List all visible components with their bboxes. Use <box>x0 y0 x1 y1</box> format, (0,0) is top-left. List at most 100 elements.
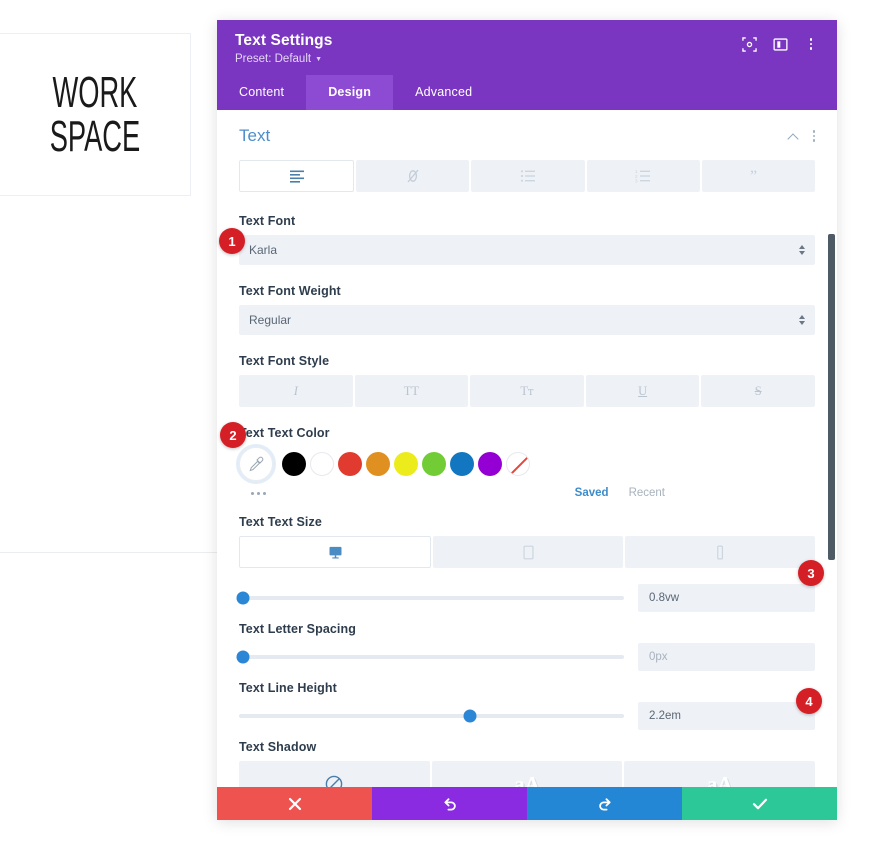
check-icon <box>752 797 768 811</box>
callout-badge-2: 2 <box>220 422 246 448</box>
text-font-weight-label: Text Font Weight <box>239 284 815 298</box>
text-font-label: Text Font <box>239 214 815 228</box>
text-settings-modal: Text Settings Preset: Default ▼ <box>217 20 837 820</box>
section-tools <box>788 130 816 142</box>
text-size-value: 0.8vw <box>649 592 679 604</box>
eyedropper-icon[interactable] <box>239 447 273 481</box>
text-font-style-field: Text Font Style I TT Tᴛ U S <box>239 354 815 407</box>
letter-spacing-input[interactable]: 0px <box>638 643 815 671</box>
phone-icon[interactable] <box>625 536 815 568</box>
text-font-select[interactable]: Karla <box>239 235 815 265</box>
tab-recent-colors[interactable]: Recent <box>629 487 665 499</box>
modal-tabs: Content Design Advanced <box>217 75 837 110</box>
text-size-slider[interactable] <box>239 596 624 600</box>
letter-spacing-slider-knob[interactable] <box>236 651 249 664</box>
text-font-value: Karla <box>249 243 277 257</box>
panel-scrollbar[interactable] <box>828 234 835 560</box>
callout-badge-4: 4 <box>796 688 822 714</box>
tab-advanced[interactable]: Advanced <box>393 75 494 110</box>
text-size-slider-knob[interactable] <box>236 592 249 605</box>
italic-button[interactable]: I <box>239 375 353 407</box>
section-title: Text <box>239 126 270 146</box>
swatch-orange[interactable] <box>366 452 390 476</box>
line-height-value: 2.2em <box>649 710 681 722</box>
modal-action-bar <box>217 787 837 820</box>
small-caps-button[interactable]: Tᴛ <box>470 375 584 407</box>
text-size-input[interactable]: 0.8vw <box>638 584 815 612</box>
tab-saved-colors[interactable]: Saved <box>575 487 609 499</box>
text-font-style-label: Text Font Style <box>239 354 815 368</box>
letter-spacing-slider-row: 0px <box>239 643 815 671</box>
close-icon <box>288 797 302 811</box>
section-more-vertical-icon[interactable] <box>813 130 816 142</box>
text-type-group: 1 2 3 ” <box>239 160 815 192</box>
text-font-field: Text Font Karla <box>239 214 815 265</box>
sort-arrows-icon <box>799 245 805 255</box>
chevron-down-icon: ▼ <box>315 56 322 63</box>
line-height-input[interactable]: 2.2em <box>638 702 815 730</box>
text-section-header: Text <box>239 124 815 160</box>
line-height-slider[interactable] <box>239 714 624 718</box>
focus-icon[interactable] <box>741 36 757 52</box>
redo-button[interactable] <box>527 787 682 820</box>
letter-spacing-label: Text Letter Spacing <box>239 622 815 636</box>
blockquote-icon[interactable]: ” <box>702 160 815 192</box>
layout-toggle-icon[interactable] <box>772 36 788 52</box>
text-font-weight-field: Text Font Weight Regular <box>239 284 815 335</box>
callout-badge-1: 1 <box>219 228 245 254</box>
text-color-label: Text Text Color <box>239 426 815 440</box>
background-divider <box>0 552 232 553</box>
text-size-label: Text Text Size <box>239 515 815 529</box>
tablet-icon[interactable] <box>433 536 623 568</box>
page-title: Text Settings <box>235 32 332 50</box>
swatch-yellow[interactable] <box>394 452 418 476</box>
swatch-black[interactable] <box>282 452 306 476</box>
swatch-white[interactable] <box>310 452 334 476</box>
device-group <box>239 536 815 568</box>
strikethrough-button[interactable]: S <box>701 375 815 407</box>
text-color-field: Text Text Color <box>239 426 815 499</box>
palette-tabs: Saved Recent <box>575 487 815 499</box>
cancel-button[interactable] <box>217 787 372 820</box>
ordered-list-icon[interactable]: 1 2 3 <box>587 160 700 192</box>
chevron-up-icon[interactable] <box>788 133 799 140</box>
modal-body: Text <box>217 110 837 820</box>
modal-header-left: Text Settings Preset: Default ▼ <box>235 32 332 65</box>
modal-header-actions <box>741 32 819 52</box>
underline-button[interactable]: U <box>586 375 700 407</box>
swatch-blue[interactable] <box>450 452 474 476</box>
swatch-green[interactable] <box>422 452 446 476</box>
paragraph-align-icon[interactable] <box>239 160 354 192</box>
uppercase-button[interactable]: TT <box>355 375 469 407</box>
preset-selector[interactable]: Preset: Default ▼ <box>235 53 332 65</box>
unordered-list-icon[interactable] <box>471 160 584 192</box>
callout-badge-3: 3 <box>798 560 824 586</box>
swatch-red[interactable] <box>338 452 362 476</box>
tab-content[interactable]: Content <box>217 75 306 110</box>
swatch-purple[interactable] <box>478 452 502 476</box>
undo-button[interactable] <box>372 787 527 820</box>
modal-header: Text Settings Preset: Default ▼ <box>217 20 837 75</box>
desktop-icon[interactable] <box>239 536 431 568</box>
text-font-weight-value: Regular <box>249 313 291 327</box>
undo-icon <box>442 796 458 812</box>
settings-panel: Text <box>217 110 837 807</box>
line-height-slider-knob[interactable] <box>464 710 477 723</box>
ellipsis-horizontal-icon[interactable] <box>251 492 266 495</box>
svg-text:3: 3 <box>635 178 638 183</box>
text-font-weight-select[interactable]: Regular <box>239 305 815 335</box>
line-height-label: Text Line Height <box>239 681 815 695</box>
preset-label: Preset: Default <box>235 53 311 65</box>
svg-text:”: ” <box>750 169 757 183</box>
more-vertical-icon[interactable] <box>803 36 819 52</box>
tab-design[interactable]: Design <box>306 75 393 110</box>
save-button[interactable] <box>682 787 837 820</box>
line-height-slider-row: 2.2em <box>239 702 815 730</box>
swatch-none[interactable] <box>506 452 530 476</box>
workspace-logo-card: WORK SPACE <box>0 33 191 196</box>
link-off-icon[interactable] <box>356 160 469 192</box>
sort-arrows-icon <box>799 315 805 325</box>
letter-spacing-slider[interactable] <box>239 655 624 659</box>
text-size-field: Text Text Size <box>239 515 815 612</box>
letter-spacing-field: Text Letter Spacing 0px <box>239 622 815 671</box>
